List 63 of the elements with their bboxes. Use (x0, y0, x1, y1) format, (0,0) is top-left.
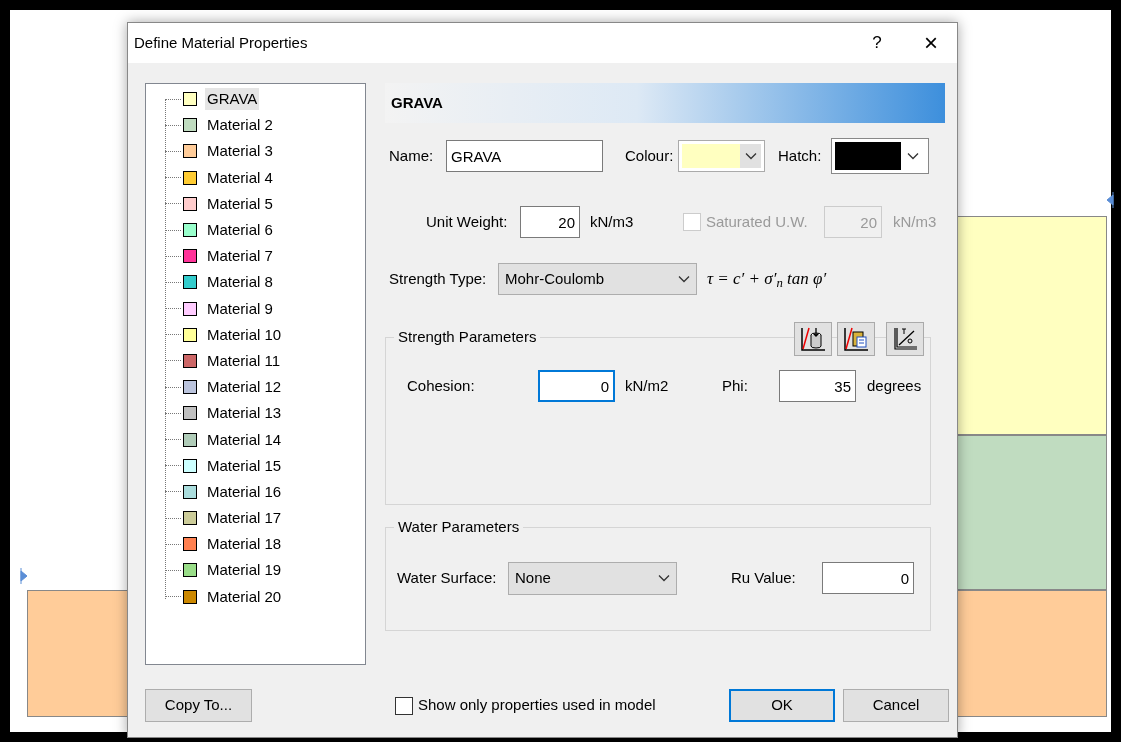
ok-button[interactable]: OK (729, 689, 835, 722)
unit-weight-field[interactable]: 20 (520, 206, 580, 238)
field-label: Ru Value: (731, 567, 797, 588)
tool-button[interactable] (837, 322, 875, 356)
tree-item[interactable]: Material 14 (205, 428, 284, 451)
field-label: Colour: (625, 145, 675, 166)
cylinder-chart-icon (800, 326, 826, 352)
field-label: Hatch: (778, 145, 823, 166)
tree-item[interactable]: Material 6 (205, 219, 275, 242)
clipboard-chart-icon (843, 326, 869, 352)
tree-item[interactable]: Material 15 (205, 454, 284, 477)
checkbox-label: Show only properties used in model (418, 695, 657, 716)
tree-item[interactable]: Material 10 (205, 323, 284, 346)
unit-label: kN/m3 (590, 211, 635, 232)
cancel-button[interactable]: Cancel (843, 689, 949, 722)
ru-value-field[interactable]: 0 (822, 562, 914, 594)
tree-item[interactable]: Material 20 (205, 585, 284, 608)
tree-item[interactable]: Material 18 (205, 533, 284, 556)
chevron-down-icon (658, 574, 670, 582)
chevron-down-icon (907, 152, 919, 160)
boundary-marker-icon (20, 568, 28, 584)
field-label: Unit Weight: (426, 211, 509, 232)
chevron-down-icon (678, 275, 690, 283)
unit-label: kN/m3 (893, 211, 937, 232)
boundary-marker-icon (1106, 192, 1114, 208)
name-field[interactable]: GRAVA (446, 140, 603, 172)
tree-item[interactable]: Material 8 (205, 271, 275, 294)
tree-item[interactable]: Material 17 (205, 507, 284, 530)
unit-label: kN/m2 (625, 375, 670, 396)
checkbox-label: Saturated U.W. (706, 211, 809, 232)
tree-item[interactable]: Material 4 (205, 166, 275, 189)
unit-label: degrees (867, 375, 922, 396)
number-field[interactable]: 35 (779, 370, 856, 402)
window-title: Define Material Properties (134, 32, 308, 53)
field-label: Phi: (722, 375, 749, 396)
tree-item[interactable]: Material 7 (205, 245, 275, 268)
tree-item[interactable]: Material 11 (205, 349, 283, 372)
close-button[interactable]: × (905, 23, 957, 63)
field-label: Water Surface: (397, 567, 498, 588)
tree-item[interactable]: Material 3 (205, 140, 275, 163)
stress-graph-icon (892, 326, 918, 352)
checkbox[interactable] (395, 696, 413, 715)
water-surface-dropdown[interactable]: None (508, 561, 677, 595)
help-button[interactable]: ? (857, 23, 897, 63)
field-label: Name: (389, 145, 435, 166)
tree-item[interactable]: Material 16 (205, 480, 284, 503)
strength-formula: τ = c′ + σ′$_{n}$ tan φ′ (707, 268, 827, 292)
tree-item[interactable]: Material 9 (205, 297, 275, 320)
chevron-down-icon (744, 152, 757, 160)
copy-to-button[interactable]: Copy To... (145, 689, 252, 722)
tree-item[interactable]: Material 2 (205, 114, 275, 137)
tool-button[interactable] (794, 322, 832, 356)
tree-item[interactable]: Material 12 (205, 376, 284, 399)
tree-item[interactable]: Material 5 (205, 192, 275, 215)
field-label: Cohesion: (407, 375, 476, 396)
tree-item[interactable]: Material 13 (205, 402, 284, 425)
tree-item[interactable]: GRAVA (205, 88, 260, 111)
tool-button[interactable] (886, 322, 924, 356)
field-label: Strength Type: (389, 268, 488, 289)
strength-type-dropdown[interactable]: Mohr-Coulomb (498, 263, 697, 295)
tree-item[interactable]: Material 19 (205, 559, 284, 582)
hatch-dropdown[interactable] (831, 138, 929, 174)
number-field[interactable]: 0 (538, 370, 615, 402)
